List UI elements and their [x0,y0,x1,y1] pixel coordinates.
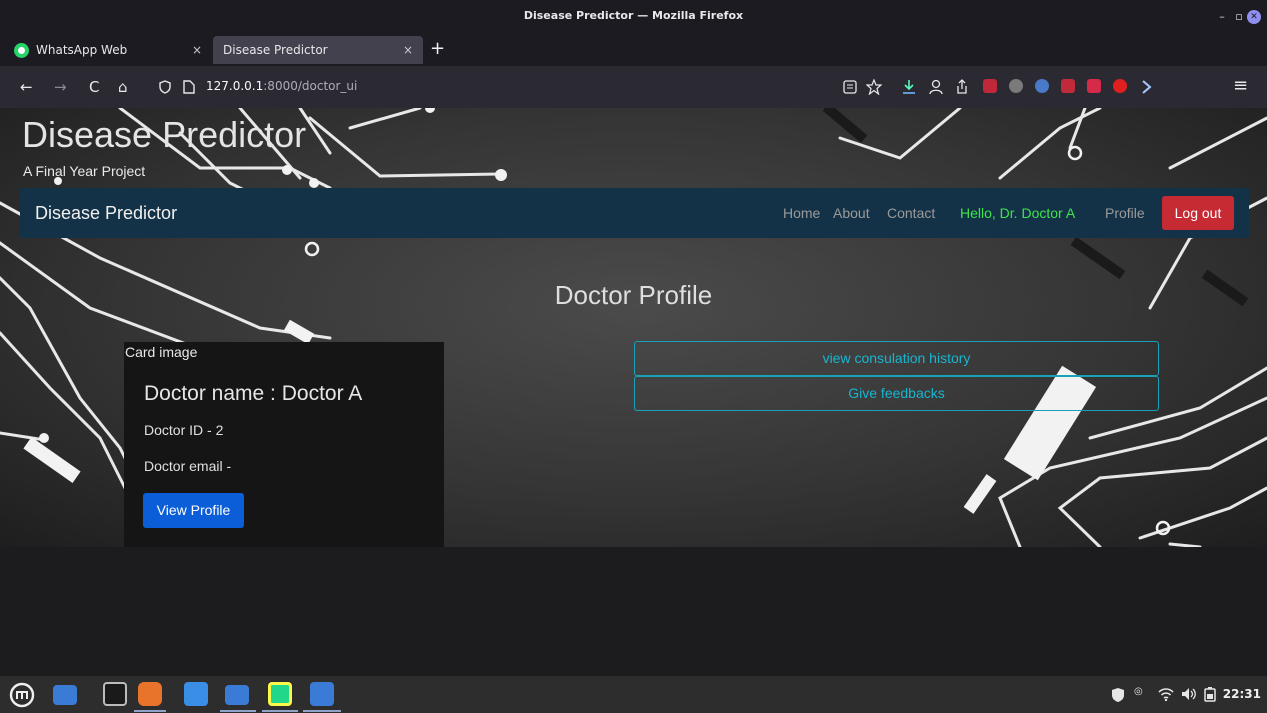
doctor-name: Doctor name : Doctor A [144,382,363,405]
url-bar[interactable]: 127.0.0.1:8000/doctor_ui [148,73,848,101]
doctor-id: Doctor ID - 2 [144,422,224,438]
give-feedbacks-button[interactable]: Give feedbacks [634,376,1159,411]
nav-link-home[interactable]: Home [783,205,820,221]
page-viewport: Disease Predictor A Final Year Project D… [0,108,1267,676]
pen-extension-icon[interactable] [1087,79,1101,93]
account-icon[interactable] [929,79,943,95]
tab-disease-predictor[interactable]: Disease Predictor × [213,36,423,64]
intel-tray-icon[interactable]: ◎ [1134,686,1143,697]
menu-button[interactable]: ≡ [1233,77,1248,95]
reload-button[interactable]: C [89,78,99,96]
firefox-icon[interactable] [138,682,162,706]
running-indicator [303,710,341,712]
doctor-card: Card image Doctor name : Doctor A Doctor… [124,342,444,547]
window-titlebar: Disease Predictor — Mozilla Firefox – ▫ … [0,0,1267,34]
forward-button[interactable]: → [54,78,67,96]
glasses-extension-icon[interactable] [1009,79,1023,93]
reader-view-icon[interactable] [843,80,857,94]
security-shield-tray-icon[interactable] [1110,687,1126,703]
text-editor-icon[interactable] [310,682,334,706]
downloads-icon[interactable] [902,79,916,95]
nav-greeting: Hello, Dr. Doctor A [960,205,1076,221]
bookmark-star-icon[interactable] [866,79,882,95]
battery-icon[interactable] [1204,686,1216,702]
nav-link-about[interactable]: About [833,205,870,221]
running-indicator [220,710,256,712]
site-navbar: Disease Predictor Home About Contact Hel… [20,188,1249,238]
page-icon [183,80,195,94]
card-image-placeholder: Card image [125,344,198,360]
tab-close-icon[interactable]: × [403,36,413,64]
close-window-button[interactable]: ✕ [1247,10,1261,24]
new-tab-button[interactable]: + [430,36,445,62]
view-profile-button[interactable]: View Profile [143,493,244,528]
shield-icon [159,80,171,94]
home-button[interactable]: ⌂ [118,78,128,96]
translate-extension-icon[interactable] [1061,79,1075,93]
extension-icon[interactable] [1035,79,1049,93]
clock: 22:31 [1222,687,1261,701]
volume-icon[interactable] [1181,687,1197,701]
pycharm-icon[interactable] [268,682,292,706]
video-extension-icon[interactable] [1113,79,1127,93]
doctor-email: Doctor email - [144,458,232,474]
url-host: 127.0.0.1 [206,79,264,93]
site-title: Disease Predictor [22,114,307,155]
mint-menu-icon[interactable] [9,682,35,708]
minimize-button[interactable]: – [1215,10,1229,24]
url-text[interactable]: 127.0.0.1:8000/doctor_ui [206,79,357,93]
logout-button[interactable]: Log out [1162,196,1234,230]
browser-toolbar: ← → C ⌂ 127.0.0.1:8000/doctor_ui ≡ [0,66,1267,108]
files-icon[interactable] [225,685,249,705]
tab-label: Disease Predictor [223,43,328,57]
taskbar: ◎ 22:31 [0,676,1267,713]
hero-background: Disease Predictor A Final Year Project D… [0,108,1267,547]
ublock-extension-icon[interactable] [983,79,997,93]
terminal-icon[interactable] [103,682,127,706]
wifi-icon[interactable] [1158,687,1174,701]
nav-link-profile[interactable]: Profile [1105,205,1145,221]
tab-label: WhatsApp Web [36,43,128,57]
show-desktop-icon[interactable] [53,685,77,705]
site-subtitle: A Final Year Project [23,163,146,179]
running-indicator [134,710,166,712]
page-title: Doctor Profile [554,280,713,310]
window-title: Disease Predictor — Mozilla Firefox [523,9,744,22]
tab-strip: WhatsApp Web × Disease Predictor × + [0,34,1267,64]
more-extensions-chevron-icon[interactable] [1140,80,1152,94]
running-indicator [262,710,298,712]
navbar-brand[interactable]: Disease Predictor [35,203,177,224]
vscode-icon[interactable] [184,682,208,706]
url-path: :8000/doctor_ui [263,79,358,93]
view-consultation-history-button[interactable]: view consulation history [634,341,1159,376]
tab-whatsapp[interactable]: WhatsApp Web × [8,36,212,64]
nav-link-contact[interactable]: Contact [887,205,935,221]
restore-button[interactable]: ▫ [1232,10,1246,24]
back-button[interactable]: ← [20,78,33,96]
tab-close-icon[interactable]: × [192,36,202,64]
share-icon[interactable] [955,79,969,95]
whatsapp-icon [14,43,29,58]
